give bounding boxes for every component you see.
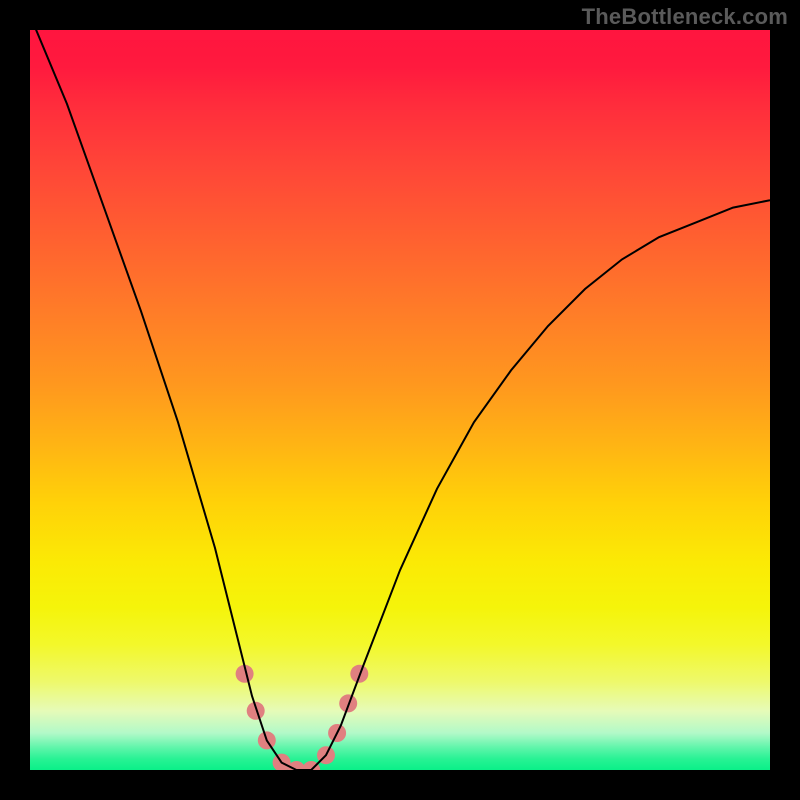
chart-frame: TheBottleneck.com [0, 0, 800, 800]
heat-gradient-background [30, 30, 770, 770]
watermark-text: TheBottleneck.com [582, 4, 788, 30]
plot-area [30, 30, 770, 770]
